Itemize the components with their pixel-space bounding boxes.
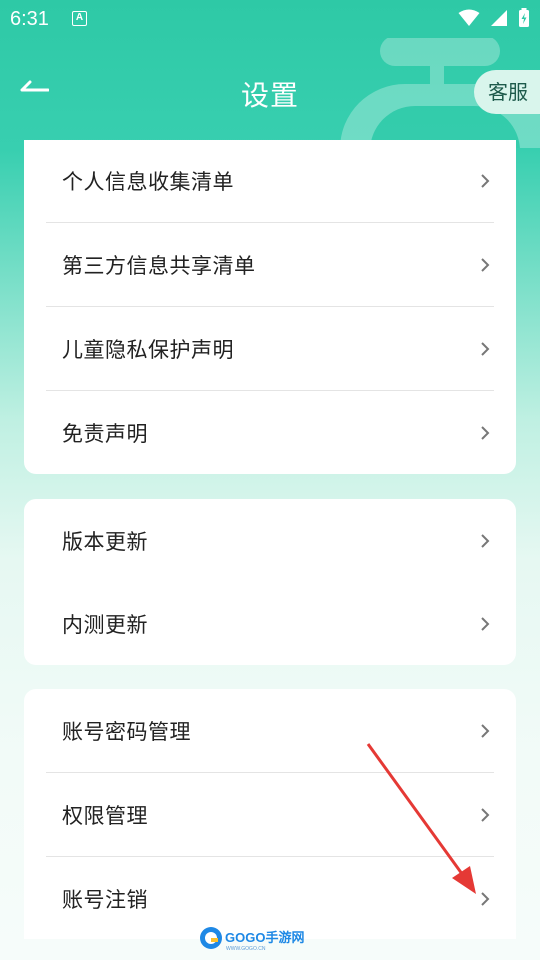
- status-icons: [458, 8, 530, 28]
- gogo-watermark-logo: GOGO手游网 WWW.GOGO.CN: [200, 927, 304, 951]
- menu-item-label: 个人信息收集清单: [62, 170, 234, 194]
- battery-charging-icon: [519, 8, 529, 27]
- chevron-right-icon: [481, 341, 490, 356]
- svg-text:GOGO手游网: GOGO手游网: [225, 930, 304, 945]
- settings-group-privacy: 个人信息收集清单 第三方信息共享清单 儿童隐私保护声明 免责声明: [24, 140, 516, 474]
- svg-text:WWW.GOGO.CN: WWW.GOGO.CN: [226, 946, 266, 951]
- menu-item-third-party-sharing[interactable]: 第三方信息共享清单: [46, 223, 494, 307]
- menu-item-label: 儿童隐私保护声明: [62, 337, 234, 362]
- menu-item-label: 权限管理: [62, 803, 148, 828]
- status-bar: 6:31 A: [0, 0, 540, 38]
- chevron-right-icon: [481, 174, 490, 188]
- menu-item-label: 版本更新: [62, 530, 148, 554]
- page-title: 设置: [240, 79, 299, 112]
- chevron-right-icon: [481, 534, 490, 548]
- menu-item-label: 免责声明: [62, 422, 148, 446]
- chevron-right-icon: [481, 257, 490, 272]
- wifi-icon: [458, 9, 480, 26]
- chevron-right-icon: [481, 723, 490, 738]
- chevron-right-icon: [481, 617, 490, 631]
- signal-icon: [491, 10, 507, 26]
- customer-service-button[interactable]: 客服: [474, 70, 540, 114]
- menu-item-children-privacy[interactable]: 儿童隐私保护声明: [46, 307, 494, 391]
- menu-item-version-update[interactable]: 版本更新: [46, 499, 494, 583]
- settings-group-updates: 版本更新 内测更新: [24, 499, 516, 665]
- menu-item-label: 第三方信息共享清单: [62, 253, 256, 278]
- chevron-right-icon: [481, 426, 490, 440]
- annotation-arrow-icon: [366, 743, 476, 894]
- a-box-icon: A: [72, 11, 87, 26]
- menu-item-label: 账号注销: [62, 888, 148, 912]
- menu-item-label: 内测更新: [62, 613, 148, 637]
- header: 设置 客服: [0, 38, 540, 148]
- menu-item-beta-update[interactable]: 内测更新: [46, 583, 494, 665]
- menu-item-personal-info-list[interactable]: 个人信息收集清单: [46, 140, 494, 223]
- menu-item-disclaimer[interactable]: 免责声明: [46, 391, 494, 474]
- menu-item-label: 账号密码管理: [62, 719, 191, 744]
- status-time: 6:31: [10, 8, 49, 30]
